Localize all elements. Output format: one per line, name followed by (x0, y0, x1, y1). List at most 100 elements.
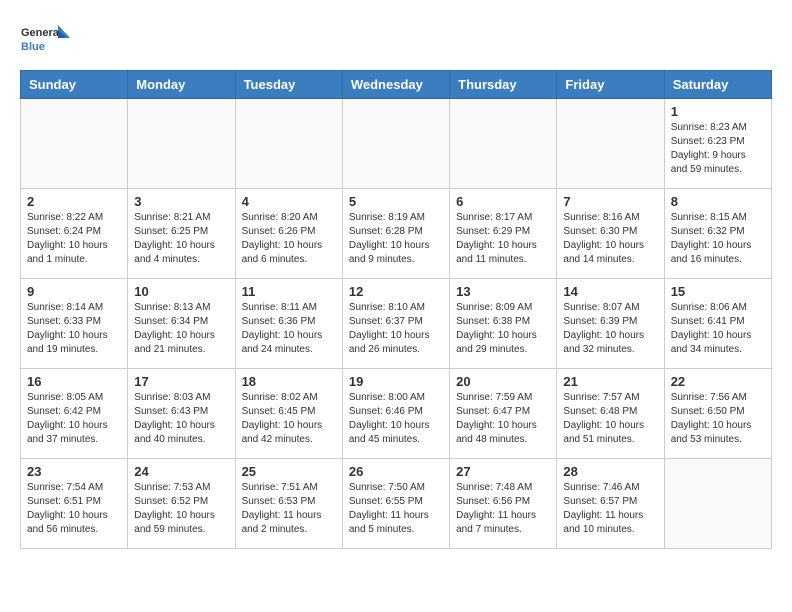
day-info: Sunrise: 8:06 AM Sunset: 6:41 PM Dayligh… (671, 301, 765, 357)
col-header-sunday: Sunday (21, 71, 128, 99)
calendar-cell: 27 Sunrise: 7:48 AM Sunset: 6:56 PM Dayli… (450, 459, 557, 549)
calendar-table: SundayMondayTuesdayWednesdayThursdayFrid… (20, 70, 772, 549)
day-number: 21 (563, 374, 657, 389)
day-info: Sunrise: 8:03 AM Sunset: 6:43 PM Dayligh… (134, 391, 228, 447)
day-info: Sunrise: 8:00 AM Sunset: 6:46 PM Dayligh… (349, 391, 443, 447)
day-info: Sunrise: 8:14 AM Sunset: 6:33 PM Dayligh… (27, 301, 121, 357)
day-number: 20 (456, 374, 550, 389)
day-number: 13 (456, 284, 550, 299)
logo-svg: General Blue (20, 20, 70, 60)
day-info: Sunrise: 8:02 AM Sunset: 6:45 PM Dayligh… (242, 391, 336, 447)
svg-text:General: General (21, 27, 62, 39)
calendar-cell: 16 Sunrise: 8:05 AM Sunset: 6:42 PM Dayli… (21, 369, 128, 459)
day-number: 2 (27, 194, 121, 209)
day-info: Sunrise: 7:54 AM Sunset: 6:51 PM Dayligh… (27, 481, 121, 537)
calendar-cell: 3Sunrise: 8:21 AM Sunset: 6:25 PM Daylig… (128, 189, 235, 279)
day-number: 27 (456, 464, 550, 479)
day-info: Sunrise: 7:53 AM Sunset: 6:52 PM Dayligh… (134, 481, 228, 537)
calendar-cell: 14 Sunrise: 8:07 AM Sunset: 6:39 PM Dayli… (557, 279, 664, 369)
calendar-cell: 8 Sunrise: 8:15 AM Sunset: 6:32 PM Daylig… (664, 189, 771, 279)
day-info: Sunrise: 8:20 AM Sunset: 6:26 PM Dayligh… (242, 211, 336, 267)
day-info: Sunrise: 7:50 AM Sunset: 6:55 PM Dayligh… (349, 481, 443, 537)
col-header-thursday: Thursday (450, 71, 557, 99)
day-number: 14 (563, 284, 657, 299)
calendar-cell: 28 Sunrise: 7:46 AM Sunset: 6:57 PM Dayli… (557, 459, 664, 549)
calendar-cell: 5 Sunrise: 8:19 AM Sunset: 6:28 PM Daylig… (342, 189, 449, 279)
day-number: 8 (671, 194, 765, 209)
col-header-tuesday: Tuesday (235, 71, 342, 99)
day-number: 9 (27, 284, 121, 299)
day-number: 23 (27, 464, 121, 479)
calendar-cell: 12 Sunrise: 8:10 AM Sunset: 6:37 PM Dayli… (342, 279, 449, 369)
week-row-5: 23 Sunrise: 7:54 AM Sunset: 6:51 PM Dayli… (21, 459, 772, 549)
day-info: Sunrise: 7:46 AM Sunset: 6:57 PM Dayligh… (563, 481, 657, 537)
calendar-cell: 17 Sunrise: 8:03 AM Sunset: 6:43 PM Dayli… (128, 369, 235, 459)
day-number: 28 (563, 464, 657, 479)
day-info: Sunrise: 8:05 AM Sunset: 6:42 PM Dayligh… (27, 391, 121, 447)
calendar-cell: 21 Sunrise: 7:57 AM Sunset: 6:48 PM Dayli… (557, 369, 664, 459)
day-number: 12 (349, 284, 443, 299)
day-info: Sunrise: 8:15 AM Sunset: 6:32 PM Dayligh… (671, 211, 765, 267)
day-number: 22 (671, 374, 765, 389)
day-info: Sunrise: 8:07 AM Sunset: 6:39 PM Dayligh… (563, 301, 657, 357)
calendar-cell: 10Sunrise: 8:13 AM Sunset: 6:34 PM Dayli… (128, 279, 235, 369)
day-number: 25 (242, 464, 336, 479)
day-info: Sunrise: 7:57 AM Sunset: 6:48 PM Dayligh… (563, 391, 657, 447)
day-info: Sunrise: 8:11 AM Sunset: 6:36 PM Dayligh… (242, 301, 336, 357)
day-number: 17 (134, 374, 228, 389)
day-info: Sunrise: 8:09 AM Sunset: 6:38 PM Dayligh… (456, 301, 550, 357)
day-number: 3 (134, 194, 228, 209)
calendar-cell: 11 Sunrise: 8:11 AM Sunset: 6:36 PM Dayli… (235, 279, 342, 369)
calendar-header-row: SundayMondayTuesdayWednesdayThursdayFrid… (21, 71, 772, 99)
col-header-wednesday: Wednesday (342, 71, 449, 99)
logo: General Blue (20, 20, 70, 60)
calendar-cell: 6Sunrise: 8:17 AM Sunset: 6:29 PM Daylig… (450, 189, 557, 279)
calendar-cell (450, 99, 557, 189)
week-row-4: 16 Sunrise: 8:05 AM Sunset: 6:42 PM Dayli… (21, 369, 772, 459)
week-row-3: 9 Sunrise: 8:14 AM Sunset: 6:33 PM Daylig… (21, 279, 772, 369)
day-number: 7 (563, 194, 657, 209)
day-info: Sunrise: 7:59 AM Sunset: 6:47 PM Dayligh… (456, 391, 550, 447)
day-number: 11 (242, 284, 336, 299)
day-info: Sunrise: 7:56 AM Sunset: 6:50 PM Dayligh… (671, 391, 765, 447)
day-number: 15 (671, 284, 765, 299)
day-number: 19 (349, 374, 443, 389)
calendar-cell: 9 Sunrise: 8:14 AM Sunset: 6:33 PM Daylig… (21, 279, 128, 369)
week-row-1: 1Sunrise: 8:23 AM Sunset: 6:23 PM Daylig… (21, 99, 772, 189)
calendar-cell: 26 Sunrise: 7:50 AM Sunset: 6:55 PM Dayli… (342, 459, 449, 549)
day-number: 5 (349, 194, 443, 209)
calendar-cell: 13 Sunrise: 8:09 AM Sunset: 6:38 PM Dayli… (450, 279, 557, 369)
day-number: 26 (349, 464, 443, 479)
day-info: Sunrise: 8:10 AM Sunset: 6:37 PM Dayligh… (349, 301, 443, 357)
day-number: 1 (671, 104, 765, 119)
day-number: 18 (242, 374, 336, 389)
calendar-cell: 1Sunrise: 8:23 AM Sunset: 6:23 PM Daylig… (664, 99, 771, 189)
calendar-cell: 22 Sunrise: 7:56 AM Sunset: 6:50 PM Dayli… (664, 369, 771, 459)
calendar-cell (557, 99, 664, 189)
calendar-cell (128, 99, 235, 189)
calendar-cell: 19 Sunrise: 8:00 AM Sunset: 6:46 PM Dayli… (342, 369, 449, 459)
day-info: Sunrise: 8:19 AM Sunset: 6:28 PM Dayligh… (349, 211, 443, 267)
week-row-2: 2 Sunrise: 8:22 AM Sunset: 6:24 PM Daylig… (21, 189, 772, 279)
day-info: Sunrise: 7:48 AM Sunset: 6:56 PM Dayligh… (456, 481, 550, 537)
calendar-cell: 24 Sunrise: 7:53 AM Sunset: 6:52 PM Dayli… (128, 459, 235, 549)
calendar-cell: 20 Sunrise: 7:59 AM Sunset: 6:47 PM Dayli… (450, 369, 557, 459)
calendar-cell (21, 99, 128, 189)
calendar-cell (235, 99, 342, 189)
calendar-cell (664, 459, 771, 549)
day-number: 10 (134, 284, 228, 299)
calendar-cell: 2 Sunrise: 8:22 AM Sunset: 6:24 PM Daylig… (21, 189, 128, 279)
col-header-monday: Monday (128, 71, 235, 99)
svg-text:Blue: Blue (21, 41, 45, 53)
calendar-cell: 15 Sunrise: 8:06 AM Sunset: 6:41 PM Dayli… (664, 279, 771, 369)
calendar-cell: 18 Sunrise: 8:02 AM Sunset: 6:45 PM Dayli… (235, 369, 342, 459)
calendar-cell: 7Sunrise: 8:16 AM Sunset: 6:30 PM Daylig… (557, 189, 664, 279)
day-number: 16 (27, 374, 121, 389)
calendar-cell: 25 Sunrise: 7:51 AM Sunset: 6:53 PM Dayli… (235, 459, 342, 549)
day-info: Sunrise: 8:17 AM Sunset: 6:29 PM Dayligh… (456, 211, 550, 267)
day-number: 4 (242, 194, 336, 209)
day-info: Sunrise: 7:51 AM Sunset: 6:53 PM Dayligh… (242, 481, 336, 537)
calendar-cell: 23 Sunrise: 7:54 AM Sunset: 6:51 PM Dayli… (21, 459, 128, 549)
day-number: 24 (134, 464, 228, 479)
day-info: Sunrise: 8:22 AM Sunset: 6:24 PM Dayligh… (27, 211, 121, 267)
